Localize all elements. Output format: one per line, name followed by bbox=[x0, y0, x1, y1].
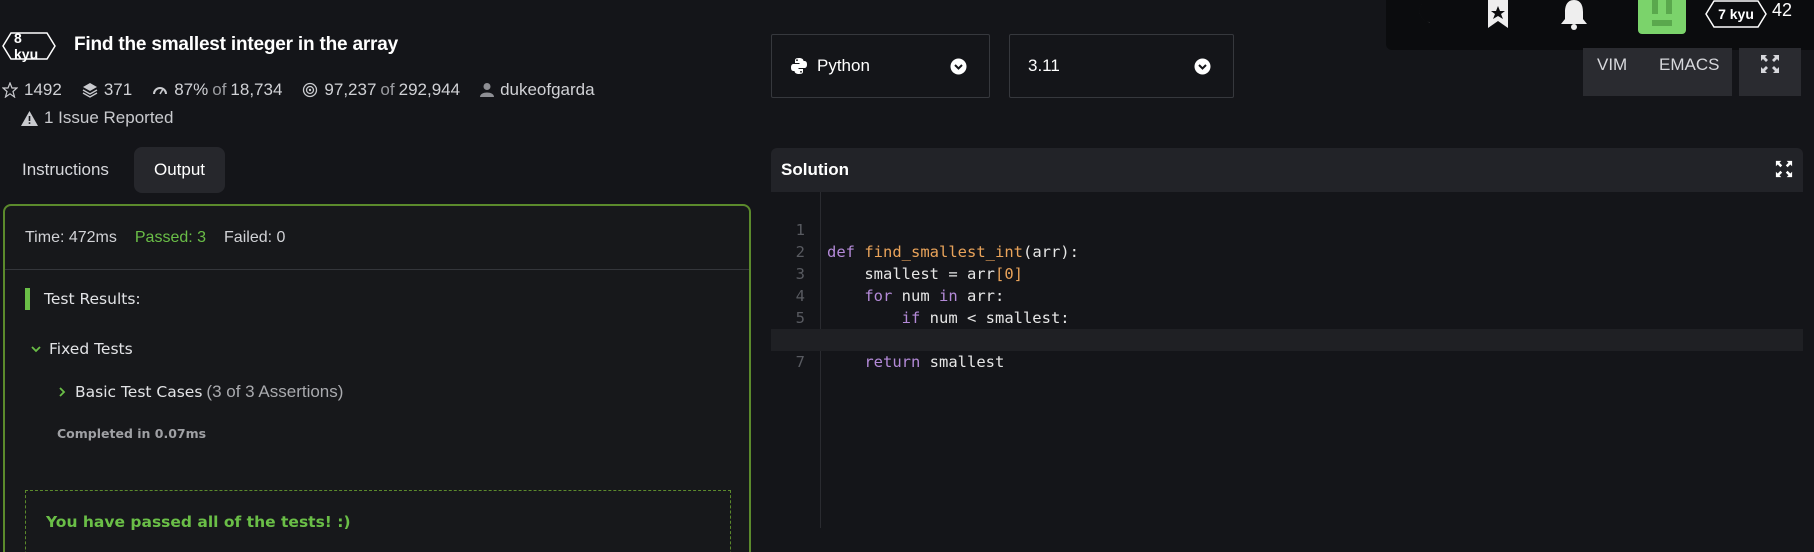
satisfaction-stat: 87% of 18,734 bbox=[152, 80, 282, 100]
code-line[interactable]: 6 return smallest bbox=[771, 307, 1803, 371]
avatar[interactable] bbox=[1638, 0, 1686, 34]
basic-test-cases-label: Basic Test Cases bbox=[75, 383, 203, 401]
collections-stat[interactable]: 371 bbox=[82, 80, 132, 100]
expand-icon bbox=[1761, 55, 1779, 73]
code-line[interactable]: 3 for num in arr: bbox=[771, 241, 1803, 305]
satisfaction-pct: 87% bbox=[174, 80, 209, 99]
code-line[interactable]: 1 def find_smallest_int(arr): bbox=[771, 197, 1803, 261]
attempts-count: 292,944 bbox=[398, 80, 461, 99]
issues-label: 1 Issue Reported bbox=[44, 108, 174, 127]
code-line[interactable]: 5 smallest = num bbox=[771, 285, 1803, 349]
kata-title: Find the smallest integer in the array bbox=[74, 34, 398, 55]
kata-rank-label: 8 kyu bbox=[14, 30, 39, 62]
chevron-right-icon bbox=[59, 387, 66, 397]
fullscreen-button[interactable] bbox=[1739, 48, 1801, 96]
passed-message-box: You have passed all of the tests! :) bbox=[25, 490, 731, 552]
of-label: of bbox=[212, 80, 227, 99]
vim-button[interactable]: VIM bbox=[1597, 55, 1627, 75]
of-label-2: of bbox=[380, 80, 395, 99]
layers-icon bbox=[82, 83, 98, 98]
code-line[interactable]: 4 if num < smallest: bbox=[771, 263, 1803, 327]
emacs-button[interactable]: EMACS bbox=[1659, 55, 1719, 75]
moon-icon[interactable] bbox=[1410, 0, 1442, 32]
chevron-down-icon bbox=[31, 346, 41, 353]
accent-bar bbox=[25, 288, 30, 310]
issues-link[interactable]: 1 Issue Reported bbox=[21, 108, 173, 128]
completed-time: Completed in 0.07ms bbox=[57, 426, 207, 441]
user-rank-label: 7 kyu bbox=[1718, 6, 1754, 22]
fixed-tests-label: Fixed Tests bbox=[49, 340, 133, 358]
tab-instructions[interactable]: Instructions bbox=[2, 147, 129, 193]
star-icon bbox=[2, 82, 18, 98]
user-icon bbox=[480, 83, 495, 97]
chevron-down-icon bbox=[950, 58, 967, 75]
python-icon bbox=[791, 58, 807, 74]
completions-stat: 97,237 of 292,944 bbox=[302, 80, 460, 100]
warning-icon bbox=[21, 110, 38, 126]
honor-count[interactable]: 42 bbox=[1772, 0, 1792, 21]
passed-count: Passed: 3 bbox=[134, 228, 207, 246]
stars-count: 1492 bbox=[24, 80, 62, 99]
target-icon bbox=[303, 82, 318, 98]
author-name[interactable]: dukeofgarda bbox=[500, 80, 595, 100]
collections-count: 371 bbox=[103, 80, 133, 99]
code-line[interactable]: 2 smallest = arr[0] bbox=[771, 219, 1803, 283]
assertions-count: (3 of 3 Assertions) bbox=[206, 382, 344, 401]
editor-mode-group: VIM EMACS bbox=[1583, 48, 1732, 96]
test-results-label: Test Results: bbox=[44, 290, 141, 308]
completed-count: 97,237 bbox=[324, 80, 377, 99]
votes-count: 18,734 bbox=[230, 80, 283, 99]
code-text: return smallest bbox=[864, 353, 1005, 371]
line-number: 7 bbox=[795, 353, 805, 371]
expand-icon[interactable] bbox=[1775, 160, 1793, 178]
version-select[interactable]: 3.11 bbox=[1009, 34, 1234, 98]
chevron-down-icon bbox=[1194, 58, 1211, 75]
author-stat[interactable]: dukeofgarda bbox=[480, 80, 595, 100]
user-rank-badge[interactable]: 7 kyu bbox=[1705, 0, 1767, 28]
fixed-tests-group[interactable]: Fixed Tests bbox=[29, 340, 133, 358]
basic-test-cases[interactable]: Basic Test Cases (3 of 3 Assertions) bbox=[55, 382, 343, 402]
language-select[interactable]: Python bbox=[771, 34, 990, 98]
test-results-heading: Test Results: bbox=[25, 288, 141, 310]
user-bar: 7 kyu 42 bbox=[1386, 0, 1814, 50]
passed-message: You have passed all of the tests! :) bbox=[46, 513, 351, 531]
version-label: 3.11 bbox=[1028, 56, 1060, 75]
kata-stats: 1492 371 87% of 18,734 97,237 of 292,944… bbox=[2, 80, 615, 100]
bell-icon[interactable] bbox=[1558, 0, 1590, 32]
run-summary: Time: 472ms Passed: 3 Failed: 0 bbox=[5, 206, 749, 270]
stars-stat[interactable]: 1492 bbox=[2, 80, 62, 100]
kata-rank-badge: 8 kyu bbox=[2, 30, 56, 62]
language-label: Python bbox=[817, 56, 870, 75]
failed-count: Failed: 0 bbox=[224, 228, 286, 246]
gauge-icon bbox=[153, 87, 168, 95]
run-time: Time: 472ms bbox=[25, 228, 117, 246]
code-editor[interactable]: 1 def find_smallest_int(arr): 2 smallest… bbox=[771, 192, 1803, 528]
solution-header: Solution bbox=[771, 148, 1803, 192]
tab-output[interactable]: Output bbox=[134, 147, 226, 193]
bookmark-icon[interactable] bbox=[1482, 0, 1514, 32]
code-line-active[interactable]: 7 bbox=[771, 329, 1803, 371]
output-panel: Time: 472ms Passed: 3 Failed: 0 Test Res… bbox=[3, 204, 751, 552]
solution-title: Solution bbox=[781, 160, 849, 179]
